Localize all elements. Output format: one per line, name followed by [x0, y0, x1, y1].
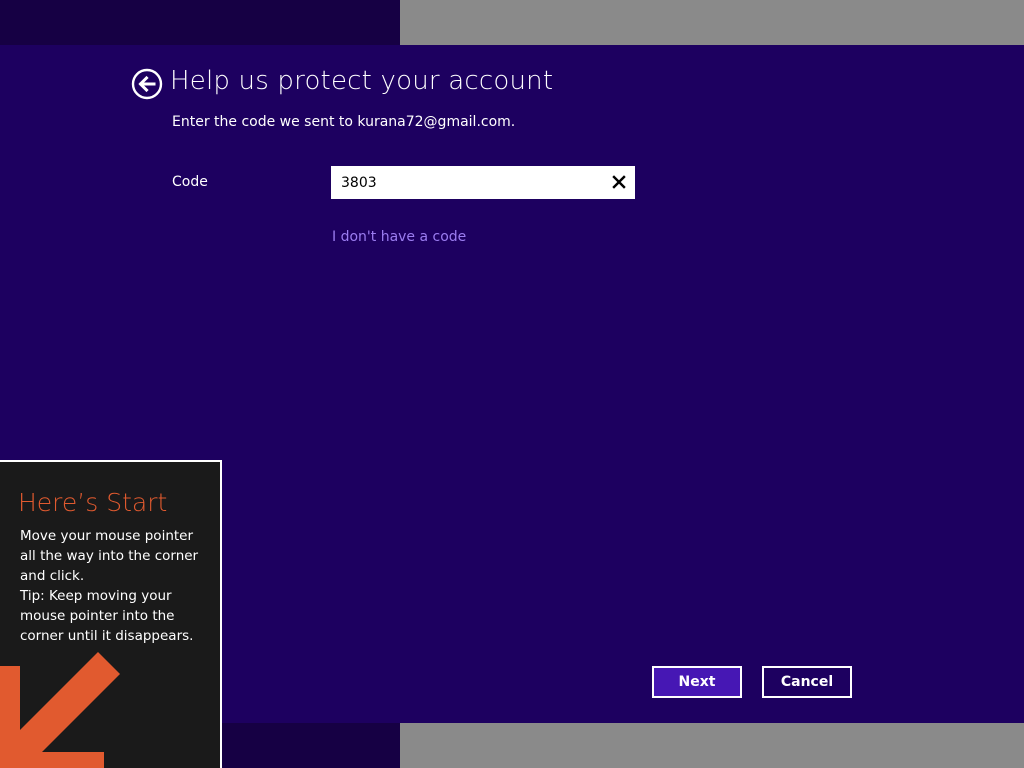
tip-line: Tip: Keep moving your [20, 588, 172, 604]
tip-line: Move your mouse pointer [20, 528, 194, 544]
tip-line: all the way into the corner [20, 548, 199, 564]
tip-body: Move your mouse pointer all the way into… [20, 526, 210, 646]
tip-line: mouse pointer into the [20, 608, 175, 624]
code-label: Code [172, 174, 208, 190]
page-title: Help us protect your account [170, 66, 554, 96]
code-input[interactable] [341, 166, 601, 199]
close-icon[interactable] [611, 174, 627, 190]
next-button[interactable]: Next [652, 666, 742, 698]
start-tip-panel: Here’s Start Move your mouse pointer all… [0, 460, 222, 768]
tip-line: corner until it disappears. [20, 628, 194, 644]
top-band-left [0, 0, 400, 45]
tip-line: and click. [20, 568, 85, 584]
back-arrow-icon[interactable] [131, 68, 163, 100]
arrow-down-left-icon [0, 652, 120, 768]
bottom-band-right [400, 723, 1024, 768]
no-code-link[interactable]: I don't have a code [332, 229, 466, 245]
top-band-right [400, 0, 1024, 45]
cancel-button[interactable]: Cancel [762, 666, 852, 698]
tip-title: Here’s Start [18, 488, 168, 517]
page-subtitle: Enter the code we sent to kurana72@gmail… [172, 114, 516, 130]
code-field-container [331, 166, 635, 199]
